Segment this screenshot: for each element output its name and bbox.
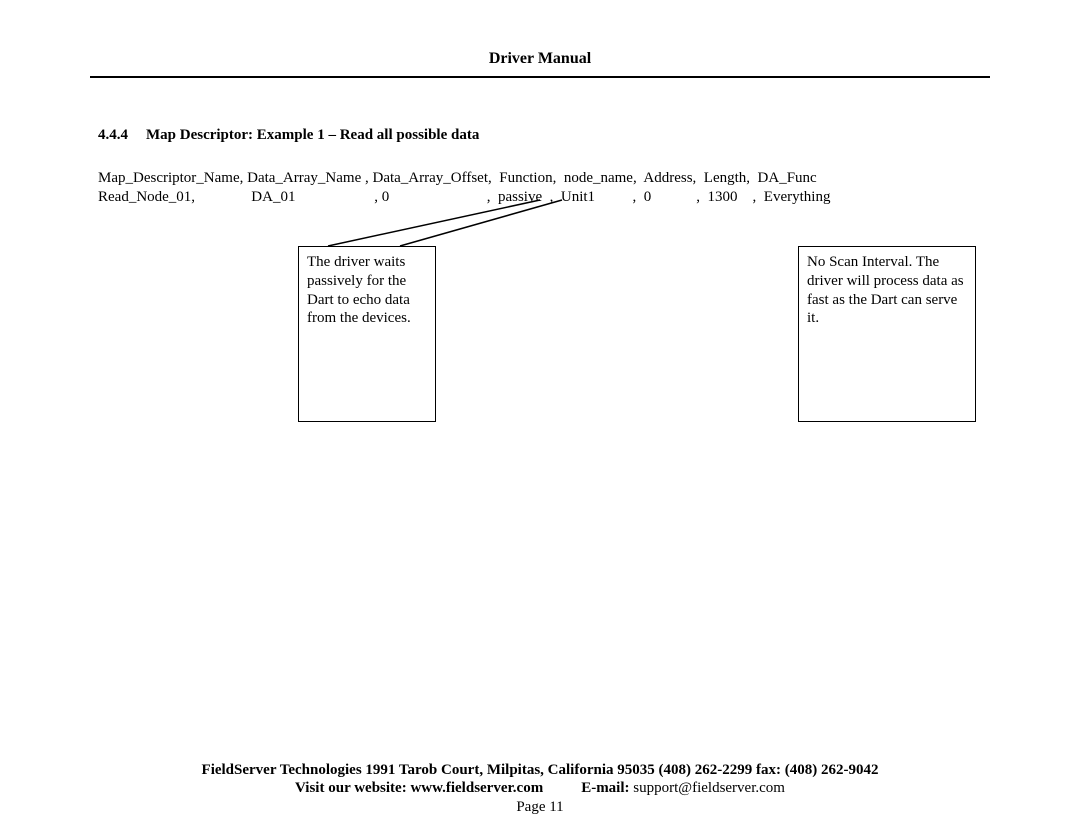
footer-page-number: Page 11 [0,799,1080,816]
footer-email-label: E-mail: [581,780,629,796]
section-number: 4.4.4 [98,127,128,143]
footer-email-address: support@fieldserver.com [633,780,785,796]
footer-company-line: FieldServer Technologies 1991 Tarob Cour… [0,762,1080,779]
page-footer: FieldServer Technologies 1991 Tarob Cour… [0,762,1080,816]
table-data-row: Read_Node_01, DA_01 , 0 , passive , Unit… [98,189,830,206]
section-title-text: Map Descriptor: Example 1 – Read all pos… [146,127,479,143]
page-header-title: Driver Manual [0,0,1080,76]
callout-box-left: The driver waits passively for the Dart … [298,246,436,422]
footer-website-label: Visit our website: www.fieldserver.com [295,780,543,796]
header-rule [90,76,990,78]
table-header-row: Map_Descriptor_Name, Data_Array_Name , D… [98,170,817,187]
section-heading: 4.4.4 Map Descriptor: Example 1 – Read al… [98,127,479,144]
callout-box-right: No Scan Interval. The driver will proces… [798,246,976,422]
